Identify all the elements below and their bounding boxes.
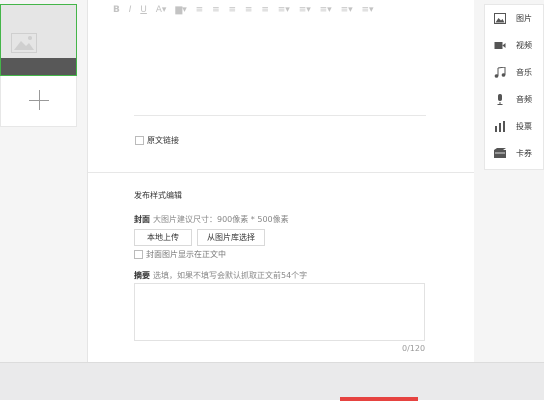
list-dropdown[interactable]: ≡▾	[320, 2, 332, 18]
more-format-dropdown[interactable]: ≡▾	[362, 2, 374, 18]
insert-video-item[interactable]: 视频	[485, 36, 543, 56]
publish-settings-section: 发布样式编辑 封面 大图片建议尺寸：900像素 * 500像素 本地上传 从图片…	[88, 172, 474, 362]
bottom-action-bar	[0, 362, 544, 401]
indent-button[interactable]: ≡	[261, 2, 269, 18]
insert-music-item[interactable]: 音乐	[485, 63, 543, 83]
summary-char-count: 0/120	[402, 344, 426, 353]
plus-icon-vertical	[39, 90, 40, 110]
align-right-button[interactable]: ≡	[228, 2, 236, 18]
insert-audio-label: 音频	[516, 95, 532, 104]
insert-media-panel: 图片 视频 音乐 音频 投票 卡券	[484, 4, 544, 170]
insert-image-item[interactable]: 图片	[485, 9, 543, 29]
cover-size-hint: 大图片建议尺寸：900像素 * 500像素	[153, 215, 289, 224]
choose-from-library-button[interactable]: 从图片库选择	[197, 229, 265, 246]
font-color-button[interactable]: A▾	[156, 2, 167, 18]
bold-button[interactable]: B	[113, 2, 120, 18]
insert-card-label: 卡券	[516, 149, 532, 158]
source-link-label: 原文链接	[147, 136, 179, 145]
align-left-button[interactable]: ≡	[196, 2, 204, 18]
cover-show-in-body-checkbox[interactable]	[134, 250, 143, 259]
video-icon	[494, 42, 506, 49]
insert-vote-label: 投票	[516, 122, 532, 131]
cover-thumbnail	[1, 5, 76, 58]
italic-button[interactable]: I	[129, 2, 132, 18]
align-center-button[interactable]: ≡	[212, 2, 220, 18]
microphone-icon	[497, 94, 503, 105]
upload-local-button[interactable]: 本地上传	[134, 229, 192, 246]
music-icon	[494, 67, 506, 78]
insert-card-item[interactable]: 卡券	[485, 144, 543, 164]
insert-image-label: 图片	[516, 14, 532, 23]
insert-music-label: 音乐	[516, 68, 532, 77]
insert-vote-item[interactable]: 投票	[485, 117, 543, 137]
article-body-editor[interactable]	[134, 20, 426, 114]
vote-icon	[495, 121, 505, 132]
section-title: 发布样式编辑	[134, 191, 182, 200]
editor-toolbar: B I U A▾ ▆▾ ≡ ≡ ≡ ≡ ≡ ≡▾ ≡▾ ≡▾ ≡▾ ≡▾	[113, 2, 483, 18]
summary-input[interactable]	[134, 283, 425, 341]
image-icon	[494, 13, 506, 24]
article-list-column	[0, 0, 88, 362]
line-height-dropdown[interactable]: ≡▾	[278, 2, 290, 18]
divider	[134, 115, 426, 116]
insert-audio-item[interactable]: 音频	[485, 90, 543, 110]
card-icon	[494, 148, 506, 158]
editor-panel: B I U A▾ ▆▾ ≡ ≡ ≡ ≡ ≡ ≡▾ ≡▾ ≡▾ ≡▾ ≡▾ 原文链…	[88, 0, 474, 362]
background-color-button[interactable]: ▆▾	[175, 2, 186, 18]
underline-button[interactable]: U	[140, 2, 147, 18]
article-cover-card[interactable]	[0, 4, 77, 76]
summary-hint: 选填，如果不填写会默认抓取正文前54个字	[153, 271, 308, 280]
add-article-button[interactable]	[0, 76, 77, 127]
image-placeholder-icon	[11, 33, 37, 53]
summary-label: 摘要	[134, 271, 150, 280]
align-justify-button[interactable]: ≡	[245, 2, 253, 18]
cover-show-in-body-label: 封面图片显示在正文中	[146, 250, 226, 259]
insert-column: 图片 视频 音乐 音频 投票 卡券	[474, 0, 544, 362]
cover-label: 封面	[134, 215, 150, 224]
publish-button-edge[interactable]	[340, 397, 418, 401]
ordered-list-dropdown[interactable]: ≡▾	[341, 2, 353, 18]
paragraph-spacing-dropdown[interactable]: ≡▾	[299, 2, 311, 18]
cover-title-bar	[1, 58, 76, 75]
source-link-checkbox[interactable]	[135, 136, 144, 145]
insert-video-label: 视频	[516, 41, 532, 50]
